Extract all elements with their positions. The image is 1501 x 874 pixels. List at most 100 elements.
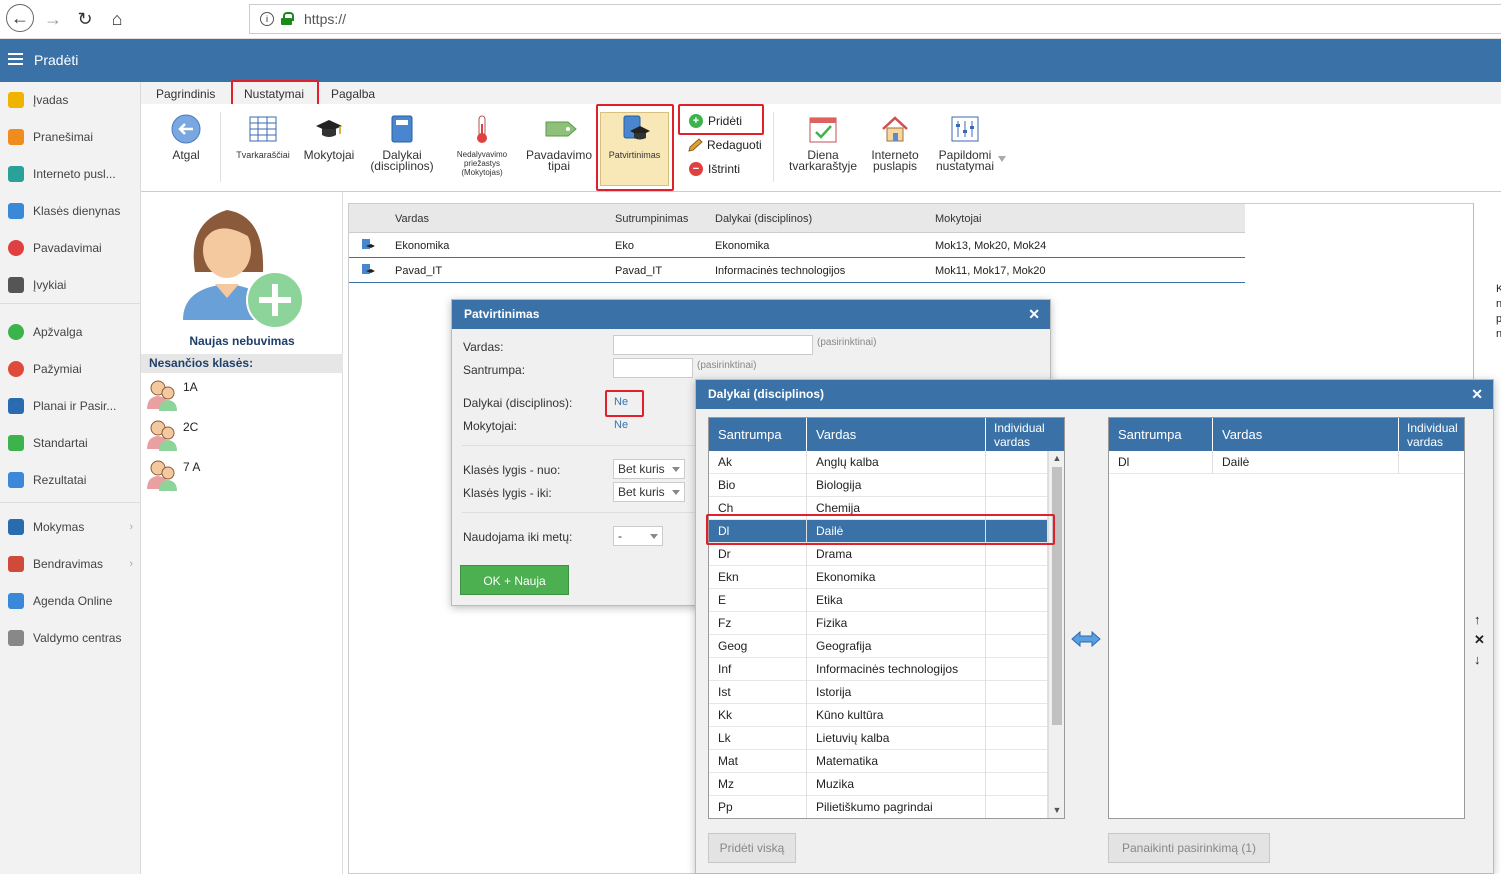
subject-row[interactable]: Ekn Ekonomika	[709, 566, 1048, 589]
subject-row[interactable]: Dr Drama	[709, 543, 1048, 566]
forward-icon[interactable]: →	[42, 8, 64, 30]
col-vardas[interactable]: Vardas	[1213, 418, 1399, 451]
scroll-thumb[interactable]	[1052, 467, 1062, 725]
pavadavimo-button[interactable]: Pavadavimo tipai	[523, 114, 595, 172]
chosen-subject-row[interactable]: Dl Dailė	[1109, 451, 1464, 474]
url-text[interactable]: https://	[304, 11, 346, 27]
approval-row-icon	[361, 238, 375, 252]
reload-icon[interactable]: ↻	[74, 8, 96, 30]
col-dalykai[interactable]: Dalykai (disciplinos)	[715, 213, 812, 225]
subject-row[interactable]: Ak Anglų kalba	[709, 451, 1048, 474]
subject-name: Muzika	[807, 773, 986, 796]
nedalyvavimo-button[interactable]: Nedalyvavimo priežastys (Mokytojas)	[446, 114, 518, 177]
col-santrumpa[interactable]: Santrumpa	[1109, 418, 1213, 451]
new-absence-button[interactable]: Naujas nebuvimas	[141, 192, 343, 352]
mokytojai-link[interactable]: Ne	[614, 419, 628, 431]
swap-arrows-icon[interactable]	[1070, 630, 1102, 648]
move-up-icon[interactable]: ↑	[1474, 612, 1481, 627]
subject-row[interactable]: Lk Lietuvių kalba	[709, 727, 1048, 750]
sidebar-item-15[interactable]: Valdymo centras	[0, 623, 141, 653]
col-vardas[interactable]: Vardas	[807, 418, 986, 451]
move-down-icon[interactable]: ↓	[1474, 652, 1481, 667]
sidebar-item-10[interactable]: Standartai	[0, 428, 141, 458]
mokytojai-button[interactable]: Mokytojai	[301, 114, 357, 161]
dropdown-arrow-icon[interactable]	[998, 156, 1006, 162]
missing-class-item[interactable]: 7 A	[145, 457, 335, 493]
sidebar-item-4[interactable]: Klasės dienynas	[0, 196, 141, 226]
sidebar-item-3[interactable]: Interneto pusl...	[0, 159, 141, 189]
close-icon[interactable]: ✕	[1028, 306, 1040, 323]
subject-abbr: Mat	[709, 750, 807, 773]
sidebar-item-8[interactable]: Pažymiai	[0, 354, 141, 384]
ok-new-button[interactable]: OK + Nauja	[460, 565, 569, 595]
subject-individual	[986, 451, 1048, 474]
check-circle-icon	[8, 324, 24, 340]
col-individual-vardas[interactable]: Individual vardas	[986, 418, 1048, 451]
close-icon[interactable]: ✕	[1471, 386, 1483, 403]
subject-row[interactable]: Geog Geografija	[709, 635, 1048, 658]
sidebar-item-9[interactable]: Planai ir Pasir...	[0, 391, 141, 421]
subject-row[interactable]: Mz Muzika	[709, 773, 1048, 796]
missing-class-item[interactable]: 1A	[145, 377, 335, 413]
santrumpa-input[interactable]	[613, 358, 693, 378]
col-individual-vardas[interactable]: Individual vardas	[1399, 418, 1464, 451]
naudojama-select[interactable]: -	[613, 526, 663, 546]
address-bar[interactable]: i https://	[249, 4, 1501, 34]
papildomi-nustatymai-button[interactable]: Papildomi nustatymai	[930, 114, 1000, 172]
diena-button[interactable]: Diena tvarkaraštyje	[784, 114, 862, 172]
scroll-down-icon[interactable]: ▼	[1049, 803, 1064, 817]
col-santrumpa[interactable]: Santrumpa	[709, 418, 807, 451]
sidebar-item-5[interactable]: Pavadavimai	[0, 233, 141, 263]
sidebar-item-11[interactable]: Rezultatai	[0, 465, 141, 495]
subject-row[interactable]: Fz Fizika	[709, 612, 1048, 635]
col-mokytojai[interactable]: Mokytojai	[935, 213, 981, 225]
sidebar-item-13[interactable]: Bendravimas ›	[0, 549, 141, 579]
naudojama-label: Naudojama iki metų:	[463, 530, 573, 544]
subject-abbr: Lk	[709, 727, 807, 750]
subject-row[interactable]: Ist Istorija	[709, 681, 1048, 704]
table-row[interactable]: Ekonomika Eko Ekonomika Mok13, Mok20, Mok24	[349, 233, 1245, 258]
sidebar-item-7[interactable]: Apžvalga	[0, 317, 141, 347]
sidebar-item-2[interactable]: Pranešimai	[0, 122, 141, 152]
highlight-box	[596, 104, 674, 191]
tvarkarasciai-button[interactable]: Tvarkaraščiai	[231, 114, 295, 161]
sidebar-item-1[interactable]: Įvadas	[0, 85, 141, 115]
table-row[interactable]: Pavad_IT Pavad_IT Informacinės technologij…	[349, 258, 1245, 283]
list-scrollbar[interactable]: ▲ ▼	[1048, 451, 1064, 818]
add-all-button[interactable]: Pridėti viską	[708, 833, 796, 863]
subject-abbr: Geog	[709, 635, 807, 658]
menu-icon[interactable]	[8, 53, 23, 65]
lygis-iki-select[interactable]: Bet kuris	[613, 482, 685, 502]
home-icon[interactable]: ⌂	[106, 8, 128, 30]
remove-icon[interactable]: ✕	[1474, 632, 1485, 648]
missing-class-item[interactable]: 2C	[145, 417, 335, 453]
atgal-button[interactable]: Atgal	[167, 114, 205, 161]
interneto-puslapis-button[interactable]: Interneto puslapis	[867, 114, 923, 172]
istrinti-button[interactable]: − Ištrinti	[689, 162, 740, 176]
scroll-up-icon[interactable]: ▲	[1049, 451, 1064, 465]
subject-row[interactable]: Pp Pilietiškumo pagrindai	[709, 796, 1048, 818]
tab-pagalba[interactable]: Pagalba	[331, 87, 375, 101]
tab-pagrindinis[interactable]: Pagrindinis	[156, 87, 215, 101]
lygis-nuo-select[interactable]: Bet kuris	[613, 459, 685, 479]
vardas-input[interactable]	[613, 335, 813, 355]
subject-name: Matematika	[807, 750, 986, 773]
subject-row[interactable]: Bio Biologija	[709, 474, 1048, 497]
col-sutrumpinimas[interactable]: Sutrumpinimas	[615, 213, 688, 225]
dalykai-button[interactable]: Dalykai (disciplinos)	[365, 114, 439, 172]
subject-row[interactable]: Inf Informacinės technologijos	[709, 658, 1048, 681]
sidebar-item-6[interactable]: Įvykiai	[0, 270, 141, 300]
sidebar-item-12[interactable]: Mokymas ›	[0, 512, 141, 542]
back-icon[interactable]: ←	[6, 4, 34, 32]
dialog-title: Dalykai (disciplinos)	[696, 380, 1493, 409]
subject-row[interactable]: Kk Kūno kultūra	[709, 704, 1048, 727]
col-vardas[interactable]: Vardas	[395, 213, 429, 225]
remove-selection-button[interactable]: Panaikinti pasirinkimą (1)	[1108, 833, 1270, 863]
subject-row[interactable]: E Etika	[709, 589, 1048, 612]
info-icon[interactable]: i	[260, 12, 274, 26]
subject-row[interactable]: Mat Matematika	[709, 750, 1048, 773]
mokytojai-label: Mokytojai:	[463, 419, 518, 433]
sidebar-item-14[interactable]: Agenda Online	[0, 586, 141, 616]
redaguoti-button[interactable]: Redaguoti	[687, 138, 762, 152]
app-title[interactable]: Pradėti	[34, 52, 78, 68]
